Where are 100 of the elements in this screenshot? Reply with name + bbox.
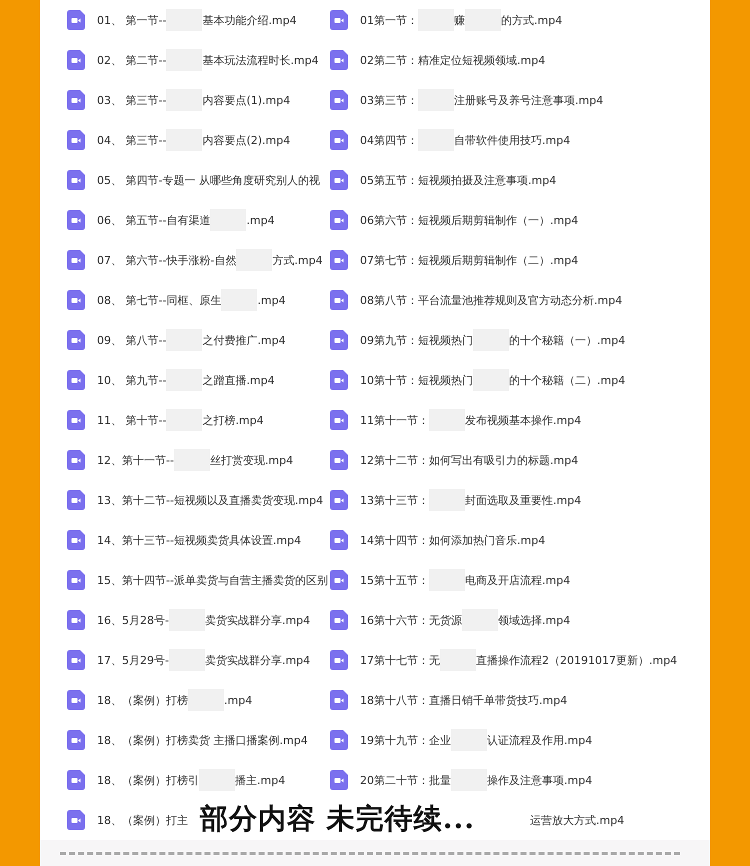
file-name[interactable]: 18、（案例）打榜引: [97, 772, 199, 788]
file-name[interactable]: .mp4: [246, 214, 275, 226]
file-name[interactable]: 01、 第一节--: [97, 12, 166, 28]
video-file-icon: [330, 530, 348, 550]
file-name[interactable]: 14第十四节：如何添加热门音乐.mp4: [360, 532, 546, 548]
file-name[interactable]: 内容要点(2).mp4: [202, 132, 290, 148]
video-file-icon: [330, 90, 348, 110]
file-name[interactable]: 基本功能介绍.mp4: [202, 12, 297, 28]
file-name[interactable]: 直播操作流程2（20191017更新）.mp4: [476, 652, 678, 668]
file-name[interactable]: 基本玩法流程时长.mp4: [202, 52, 319, 68]
file-name[interactable]: 认证流程及作用.mp4: [487, 732, 592, 748]
file-name[interactable]: 领域选择.mp4: [498, 612, 570, 628]
video-file-icon: [67, 770, 85, 790]
file-name[interactable]: 13、第十二节--短视频以及直播卖货变现.mp4: [97, 492, 324, 508]
video-file-icon: [330, 730, 348, 750]
file-name[interactable]: 内容要点(1).mp4: [202, 92, 290, 108]
file-name[interactable]: 发布视频基本操作.mp4: [465, 412, 582, 428]
video-file-icon: [67, 410, 85, 430]
file-name[interactable]: 11、 第十节--: [97, 412, 166, 428]
video-file-icon: [330, 610, 348, 630]
file-name[interactable]: 卖货实战群分享.mp4: [204, 612, 310, 628]
file-name[interactable]: 03第三节：: [360, 92, 418, 108]
file-name[interactable]: 07、 第六节--快手涨粉-自然: [97, 252, 236, 268]
file-name[interactable]: 10、 第九节--: [97, 372, 166, 388]
file-name[interactable]: 18、（案例）打榜卖货 主播口播案例.mp4: [97, 732, 308, 748]
file-name[interactable]: 05、 第四节-专题一 从哪些角度研究别人的视: [97, 172, 320, 188]
file-name[interactable]: 19第十九节：企业: [360, 732, 451, 748]
file-name[interactable]: 02第二节：精准定位短视频领域.mp4: [360, 52, 546, 68]
file-name[interactable]: 运营放大方式.mp4: [530, 812, 624, 828]
file-name[interactable]: 01第一节：: [360, 12, 418, 28]
file-name[interactable]: 08第八节：平台流量池推荐规则及官方动态分析.mp4: [360, 292, 622, 308]
file-name[interactable]: 02、 第二节--: [97, 52, 166, 68]
video-file-icon: [330, 50, 348, 70]
video-file-icon: [67, 610, 85, 630]
file-name[interactable]: .mp4: [224, 694, 252, 706]
file-name[interactable]: 06、 第五节--自有渠道: [97, 212, 210, 228]
video-file-icon: [330, 210, 348, 230]
video-file-icon: [67, 250, 85, 270]
file-name[interactable]: .mp4: [257, 294, 286, 306]
file-name[interactable]: 封面选取及重要性.mp4: [465, 492, 582, 508]
file-name[interactable]: 赚: [454, 12, 465, 28]
overlay-caption: 部分内容 未完待续...: [200, 802, 475, 836]
video-file-icon: [330, 250, 348, 270]
file-name[interactable]: 07第七节：短视频后期剪辑制作（二）.mp4: [360, 252, 578, 268]
file-name[interactable]: 20第二十节：批量: [360, 772, 451, 788]
file-name[interactable]: 06第六节：短视频后期剪辑制作（一）.mp4: [360, 212, 578, 228]
video-file-icon: [67, 690, 85, 710]
file-name[interactable]: 03、 第三节--: [97, 92, 166, 108]
video-file-icon: [67, 50, 85, 70]
file-name[interactable]: 自带软件使用技巧.mp4: [454, 132, 570, 148]
video-file-icon: [67, 490, 85, 510]
video-file-icon: [330, 330, 348, 350]
file-name[interactable]: 11第十一节：: [360, 412, 429, 428]
file-name[interactable]: 04、 第三节--: [97, 132, 166, 148]
file-name[interactable]: 卖货实战群分享.mp4: [204, 652, 310, 668]
file-name[interactable]: 12第十二节：如何写出有吸引力的标题.mp4: [360, 452, 578, 468]
file-name[interactable]: 丝打赏变现.mp4: [210, 452, 294, 468]
file-name[interactable]: 注册账号及养号注意事项.mp4: [454, 92, 604, 108]
video-file-icon: [330, 450, 348, 470]
file-name[interactable]: 18、（案例）打主: [97, 812, 188, 828]
file-name[interactable]: 之蹭直播.mp4: [202, 372, 275, 388]
file-name[interactable]: 的方式.mp4: [501, 12, 562, 28]
file-name[interactable]: 09、 第八节--: [97, 332, 166, 348]
file-name[interactable]: 16、5月28号-: [97, 612, 169, 628]
file-name[interactable]: 15、第十四节--派单卖货与自营主播卖货的区别: [97, 572, 328, 588]
file-name[interactable]: 04第四节：: [360, 132, 418, 148]
file-name[interactable]: 14、第十三节--短视频卖货具体设置.mp4: [97, 532, 302, 548]
file-name[interactable]: 08、 第七节--同框、原生: [97, 292, 222, 308]
file-name[interactable]: 17、5月29号-: [97, 652, 169, 668]
video-file-icon: [330, 10, 348, 30]
video-file-icon: [67, 290, 85, 310]
file-name[interactable]: 18、（案例）打榜: [97, 692, 188, 708]
file-name[interactable]: 16第十六节：无货源: [360, 612, 462, 628]
file-name[interactable]: 12、第十一节--: [97, 452, 174, 468]
file-name[interactable]: 播主.mp4: [235, 772, 286, 788]
video-file-icon: [330, 490, 348, 510]
file-name[interactable]: 17第十七节：无: [360, 652, 440, 668]
video-file-icon: [67, 530, 85, 550]
file-name[interactable]: 05第五节：短视频拍摄及注意事项.mp4: [360, 172, 556, 188]
file-name[interactable]: 之打榜.mp4: [202, 412, 264, 428]
video-file-icon: [330, 370, 348, 390]
video-file-icon: [330, 290, 348, 310]
video-file-icon: [67, 450, 85, 470]
video-file-icon: [67, 210, 85, 230]
file-name[interactable]: 的十个秘籍（二）.mp4: [509, 372, 626, 388]
file-name[interactable]: 方式.mp4: [272, 252, 323, 268]
file-name[interactable]: 电商及开店流程.mp4: [465, 572, 570, 588]
video-file-icon: [67, 810, 85, 830]
file-name[interactable]: 09第九节：短视频热门: [360, 332, 473, 348]
video-file-icon: [330, 650, 348, 670]
file-name[interactable]: 15第十五节：: [360, 572, 429, 588]
video-file-icon: [330, 690, 348, 710]
file-name[interactable]: 的十个秘籍（一）.mp4: [509, 332, 626, 348]
video-file-icon: [67, 10, 85, 30]
file-name[interactable]: 10第十节：短视频热门: [360, 372, 473, 388]
file-name[interactable]: 操作及注意事项.mp4: [487, 772, 592, 788]
file-name[interactable]: 18第十八节：直播日销千单带货技巧.mp4: [360, 692, 568, 708]
file-name[interactable]: 之付费推广.mp4: [202, 332, 286, 348]
file-name[interactable]: 13第十三节：: [360, 492, 429, 508]
video-file-icon: [67, 730, 85, 750]
